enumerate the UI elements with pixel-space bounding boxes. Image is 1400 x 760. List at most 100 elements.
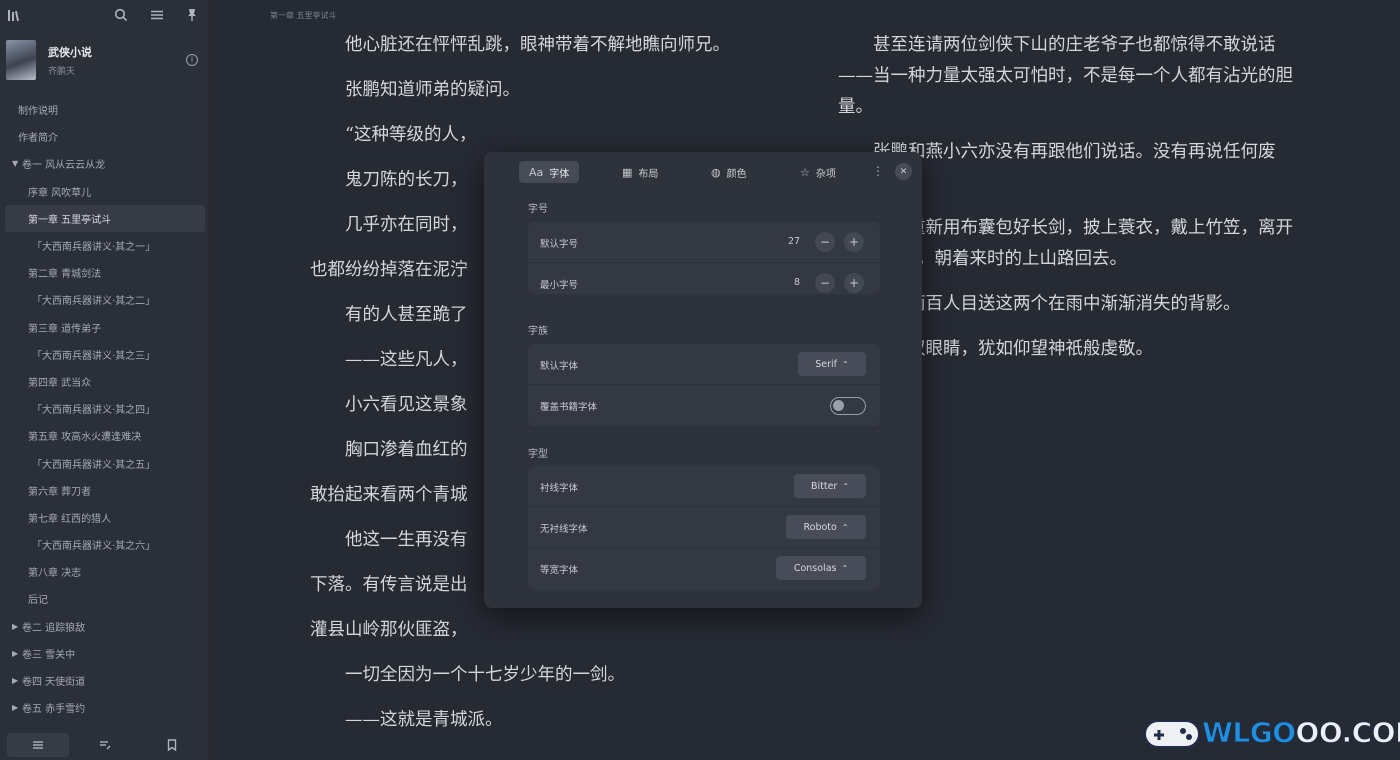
toc-item-label: 第六章 葬刀者 xyxy=(28,486,92,498)
font-family-group: 默认字体 Serif ⌃ 覆盖书籍字体 xyxy=(528,344,880,426)
min-font-size-label: 最小字号 xyxy=(540,280,579,291)
serif-font-row: 衬线字体 Bitter ⌃ xyxy=(528,466,880,507)
toc-item-label: 卷二 追踪狼敌 xyxy=(22,622,86,634)
toc-item[interactable]: ▼ 卷一 风从云云从龙 xyxy=(0,150,210,177)
bookmarks-tab[interactable] xyxy=(141,733,203,757)
font-settings-dialog: Aa 字体 ▦ 布局 ◍ 颜色 ☆ 杂项 ⋮ ✕ 字号 默认字号 27 − + … xyxy=(484,152,922,608)
font-size-group: 默认字号 27 − + 最小字号 8 − + xyxy=(528,222,880,294)
more-icon[interactable]: ⋮ xyxy=(872,164,884,178)
sidebar-toolbar xyxy=(0,0,209,30)
toc-item[interactable]: 第八章 决志 xyxy=(0,558,210,585)
menu-icon[interactable] xyxy=(149,7,165,23)
toc-item-label: 第三章 道传弟子 xyxy=(28,323,102,335)
tab-layout[interactable]: ▦ 布局 xyxy=(612,161,668,183)
toc-item-label: 后记 xyxy=(28,595,48,607)
toc-item-label: 卷四 天使街道 xyxy=(22,677,86,689)
palette-icon: ◍ xyxy=(711,165,721,179)
toc-item-label: 「大西南兵器讲义·其之六」 xyxy=(32,541,156,553)
default-font-label: 默认字体 xyxy=(540,361,579,372)
toc-item[interactable]: 「大西南兵器讲义·其之六」 xyxy=(0,531,210,558)
search-icon[interactable] xyxy=(113,7,129,23)
sidebar: 武侠小说 齐鹏天 i 制作说明作者简介 ▼ 卷一 风从云云从龙序章 风吹草儿第一章 … xyxy=(0,0,210,760)
min-font-size-increase[interactable]: + xyxy=(844,273,864,293)
toc-item-label: 第四章 武当众 xyxy=(28,377,92,389)
caret-right-icon[interactable]: ▶ xyxy=(12,703,22,712)
settings-tabs: Aa 字体 ▦ 布局 ◍ 颜色 ☆ 杂项 ⋮ ✕ xyxy=(484,152,922,192)
book-card[interactable]: 武侠小说 齐鹏天 xyxy=(6,40,92,80)
tab-misc[interactable]: ☆ 杂项 xyxy=(790,161,846,183)
font-family-section-title: 字族 xyxy=(528,326,548,337)
toc-item[interactable]: 第四章 武当众 xyxy=(0,368,210,395)
paragraph: 张鹏知道师弟的疑问。 xyxy=(345,80,520,100)
toc-item-label: 「大西南兵器讲义·其之五」 xyxy=(32,459,156,471)
toc-item[interactable]: ▶ 卷二 追踪狼敌 xyxy=(0,613,210,640)
toc-item-label: 作者简介 xyxy=(18,133,58,145)
toc-item[interactable]: 「大西南兵器讲义·其之五」 xyxy=(0,449,210,476)
toc-item-label: 卷一 风从云云从龙 xyxy=(22,160,106,172)
chevron-up-icon: ⌃ xyxy=(841,522,849,532)
toc-item[interactable]: 第五章 攻高水火遭逢难决 xyxy=(0,422,210,449)
toc-item[interactable]: 「大西南兵器讲义·其之一」 xyxy=(0,232,210,259)
tab-color[interactable]: ◍ 颜色 xyxy=(701,161,757,183)
toc-item-label: 「大西南兵器讲义·其之二」 xyxy=(32,296,156,308)
toc-item-label: 卷五 赤手雪约 xyxy=(22,704,86,716)
toc-item[interactable]: 「大西南兵器讲义·其之三」 xyxy=(0,341,210,368)
toc-item[interactable]: ▶ 卷四 天使街道 xyxy=(0,667,210,694)
caret-right-icon[interactable]: ▶ xyxy=(12,622,22,631)
toc-item-label: 第七章 红西的猎人 xyxy=(28,513,112,525)
toc-item[interactable]: 第三章 道传弟子 xyxy=(0,314,210,341)
caret-right-icon[interactable]: ▶ xyxy=(12,649,22,658)
override-font-toggle[interactable] xyxy=(830,397,866,415)
toc-item[interactable]: 第七章 红西的猎人 xyxy=(0,504,210,531)
toc-item[interactable]: 后记 xyxy=(0,585,210,612)
mono-font-row: 等宽字体 Consolas ⌃ xyxy=(528,548,880,589)
font-icon: Aa xyxy=(529,165,544,179)
min-font-size-decrease[interactable]: − xyxy=(815,273,835,293)
mono-font-select[interactable]: Consolas ⌃ xyxy=(776,556,866,580)
toc-item[interactable]: ▶ 卷五 赤手雪约 xyxy=(0,694,210,721)
close-button[interactable]: ✕ xyxy=(895,163,912,180)
default-font-size-decrease[interactable]: − xyxy=(815,232,835,252)
table-of-contents: 制作说明 作者简介 ▼ 卷一 风从云云从龙 序章 风吹草儿 第一章 五里亭试斗 「大西南兵器… xyxy=(0,96,210,721)
toc-item[interactable]: 第二章 青城剑法 xyxy=(0,259,210,286)
paragraph: 他心脏还在怦怦乱跳，眼神带着不解地瞧向师兄。 xyxy=(345,35,730,55)
default-font-size-increase[interactable]: + xyxy=(844,232,864,252)
caret-down-icon[interactable]: ▼ xyxy=(12,159,22,168)
book-author: 齐鹏天 xyxy=(48,66,76,77)
annotations-tab[interactable] xyxy=(74,733,136,757)
toc-item[interactable]: 「大西南兵器讲义·其之二」 xyxy=(0,286,210,313)
sans-font-label: 无衬线字体 xyxy=(540,524,588,535)
toc-item-label: 制作说明 xyxy=(18,106,58,118)
caret-right-icon[interactable]: ▶ xyxy=(12,676,22,685)
serif-font-select[interactable]: Bitter ⌃ xyxy=(794,474,866,498)
toc-item[interactable]: 序章 风吹草儿 xyxy=(0,178,210,205)
sidebar-tabs xyxy=(0,730,210,760)
min-font-size-row: 最小字号 8 − + xyxy=(528,263,880,294)
mono-font-label: 等宽字体 xyxy=(540,565,579,576)
toc-item-label: 「大西南兵器讲义·其之一」 xyxy=(32,242,156,254)
toc-item[interactable]: 制作说明 xyxy=(0,96,210,123)
default-font-select[interactable]: Serif ⌃ xyxy=(798,352,866,376)
toc-item[interactable]: 第六章 葬刀者 xyxy=(0,477,210,504)
settings-scroll-area[interactable]: 字号 默认字号 27 − + 最小字号 8 − + 字族 默认字体 Serif … xyxy=(484,192,922,608)
toc-item[interactable]: ▶ 卷三 雪关中 xyxy=(0,640,210,667)
toc-item[interactable]: 第一章 五里亭试斗 xyxy=(5,204,205,232)
chevron-up-icon: ⌃ xyxy=(841,563,849,573)
toc-item[interactable]: 作者简介 xyxy=(0,123,210,150)
toc-item[interactable]: 「大西南兵器讲义·其之四」 xyxy=(0,395,210,422)
toc-tab[interactable] xyxy=(6,733,69,757)
reader-app: 武侠小说 齐鹏天 i 制作说明作者简介 ▼ 卷一 风从云云从龙序章 风吹草儿第一章 … xyxy=(0,0,1400,760)
pin-icon[interactable] xyxy=(184,7,200,23)
library-icon[interactable] xyxy=(6,7,22,23)
chevron-up-icon: ⌃ xyxy=(842,359,849,369)
info-icon[interactable]: i xyxy=(186,54,198,66)
tab-font[interactable]: Aa 字体 xyxy=(519,161,580,183)
misc-icon: ☆ xyxy=(800,165,810,179)
toc-item-label: 卷三 雪关中 xyxy=(22,649,76,661)
default-font-size-value: 27 xyxy=(788,236,801,247)
toc-item-label: 「大西南兵器讲义·其之四」 xyxy=(32,405,156,417)
override-font-label: 覆盖书籍字体 xyxy=(540,402,598,413)
toc-item-label: 序章 风吹草儿 xyxy=(28,187,92,199)
font-type-group: 衬线字体 Bitter ⌃ 无衬线字体 Roboto ⌃ 等宽字体 Consolas… xyxy=(528,466,880,590)
sans-font-select[interactable]: Roboto ⌃ xyxy=(786,515,866,539)
